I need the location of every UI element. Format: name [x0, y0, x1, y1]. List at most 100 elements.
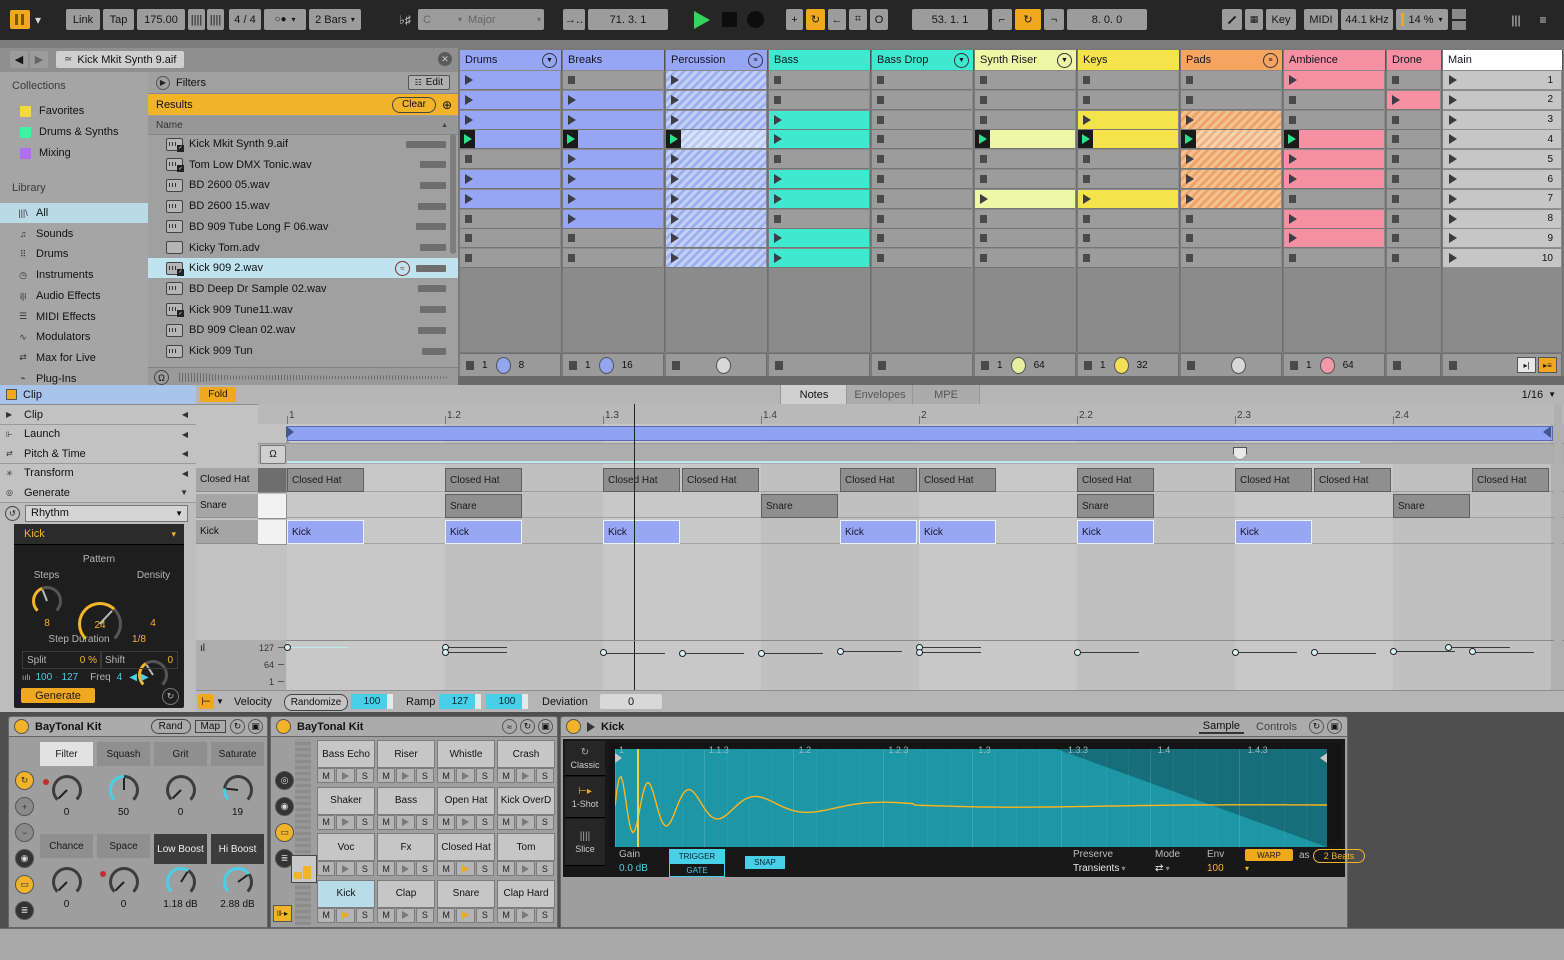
session-overdub-button[interactable]: ↻ [806, 9, 825, 30]
track-header-bass-drop[interactable]: Bass Drop ▼ [872, 50, 974, 70]
selection-box-icon[interactable]: ⌗ [849, 9, 867, 30]
clip-slot[interactable] [769, 130, 869, 150]
scene-slot[interactable]: 9 [1443, 229, 1561, 249]
regenerate-icon[interactable]: ↻ [162, 688, 179, 705]
freq-left-arrow-icon[interactable]: ◀ [129, 672, 137, 683]
clip-slot[interactable] [872, 209, 972, 229]
track-header-drone[interactable]: Drone [1387, 50, 1442, 70]
scene-slot[interactable]: 1 [1443, 71, 1561, 90]
pad-solo-button[interactable]: S [535, 768, 554, 783]
clip-slot[interactable] [460, 209, 560, 229]
preserve-value[interactable]: Transients ▾ [1073, 863, 1143, 874]
pad-mute-button[interactable]: M [377, 814, 396, 830]
nudge-up-button[interactable]: |||| [207, 9, 224, 30]
velocity-marker[interactable] [283, 643, 291, 651]
hot-swap-icon[interactable]: ≈ [502, 719, 517, 734]
midi-note-closed_hat[interactable]: Closed Hat [1235, 468, 1312, 492]
clip-slot[interactable] [563, 249, 663, 269]
clip-slot[interactable] [1078, 249, 1178, 269]
macro-variation-icon[interactable]: ↻ [15, 771, 34, 790]
clip-slot[interactable] [769, 110, 869, 130]
section-expanded-icon[interactable]: ▼ [180, 488, 188, 497]
collection-item-mixing[interactable]: Mixing [0, 143, 148, 163]
pad-solo-button[interactable]: S [535, 814, 554, 830]
clip-slot[interactable] [769, 209, 869, 229]
file-row[interactable]: Kick 909 Tun [148, 341, 458, 361]
collection-item-drums-synths[interactable]: Drums & Synths [0, 122, 148, 142]
section-collapsed-icon[interactable]: ◀ [182, 449, 188, 458]
track-header-drums[interactable]: Drums ▼ [460, 50, 562, 70]
library-item-sounds[interactable]: ♫ Sounds [0, 224, 148, 244]
clip-slot[interactable] [666, 90, 766, 110]
midi-note-kick[interactable]: Kick [603, 520, 680, 544]
clip-slot[interactable] [563, 209, 663, 229]
audition-headphone-button[interactable]: Ω [260, 445, 286, 464]
computer-midi-keyboard-button[interactable]: ▦ [1245, 9, 1263, 30]
midi-note-snare[interactable]: Snare [1077, 494, 1154, 518]
clip-slot[interactable] [1078, 229, 1178, 249]
midi-note-snare[interactable]: Snare [761, 494, 838, 518]
slice-mode-button[interactable]: |||| Slice [565, 819, 605, 866]
drum-pad-closed-hat[interactable]: Closed Hat M S [437, 833, 495, 878]
clip-slot[interactable] [1181, 170, 1281, 189]
pad-solo-button[interactable]: S [535, 907, 554, 923]
deviation-field[interactable]: 0 [600, 694, 662, 709]
midi-note-closed_hat[interactable]: Closed Hat [840, 468, 917, 492]
pad-mute-button[interactable]: M [317, 907, 336, 923]
clip-slot[interactable] [1181, 71, 1281, 90]
drum-pad-shaker[interactable]: Shaker M S [317, 786, 375, 832]
nudge-down-button[interactable]: |||| [188, 9, 205, 30]
scene-slot[interactable]: 3 [1443, 110, 1561, 130]
clip-section-generate[interactable]: ◎ Generate ▼ [0, 483, 196, 503]
clip-slot[interactable] [1387, 209, 1440, 229]
randomize-amount-field[interactable]: 100 [351, 694, 393, 709]
pad-view-icon[interactable]: ▭ [275, 823, 294, 842]
track-header-breaks[interactable]: Breaks [563, 50, 665, 70]
rack1-title-bar[interactable]: BayTonal Kit Rand Map ↻ ▣ [8, 716, 268, 737]
pad-play-button[interactable] [456, 814, 475, 830]
section-collapsed-icon[interactable]: ◀ [182, 410, 188, 419]
beat-time-ruler[interactable]: 1 1.2 1.3 1.4 2 2.2 2.3 2.4 [258, 404, 1564, 424]
capture-midi-button[interactable]: O [870, 9, 888, 30]
clip-slot[interactable] [1284, 249, 1384, 269]
cpu-meter[interactable]: 14 % ▾ [1396, 9, 1448, 30]
velocity-marker[interactable] [678, 649, 686, 657]
clip-slot[interactable] [1387, 110, 1440, 130]
track-stop-button[interactable] [569, 360, 577, 370]
hot-swap-icon[interactable]: ↻ [1309, 719, 1324, 734]
draw-mode-button[interactable] [1222, 9, 1242, 30]
io-icon[interactable]: ◎ [275, 771, 294, 790]
scene-slot[interactable]: 4 [1443, 130, 1561, 150]
clip-slot[interactable] [1181, 110, 1281, 130]
clip-slot[interactable] [769, 90, 869, 110]
macro-knob[interactable] [109, 775, 139, 805]
clip-slot[interactable] [563, 189, 663, 209]
clip-slot[interactable] [975, 209, 1075, 229]
clip-slot[interactable] [563, 130, 663, 150]
clip-slot[interactable] [1078, 90, 1178, 110]
lane-add-button[interactable]: ⊢ [198, 694, 214, 709]
clip-slot[interactable] [872, 90, 972, 110]
pad-mute-button[interactable]: M [377, 907, 396, 923]
midi-note-kick[interactable]: Kick [919, 520, 996, 544]
pad-mute-button[interactable]: M [497, 814, 516, 830]
steps-knob[interactable] [32, 586, 62, 616]
env-value[interactable]: 100 [1207, 863, 1237, 874]
trigger-button[interactable]: TRIGGER [669, 849, 725, 863]
sample-start-marker[interactable] [615, 753, 622, 763]
drum-pad-fx[interactable]: Fx M S [377, 833, 435, 878]
loop-length-display[interactable]: 8. 0. 0 [1067, 9, 1147, 30]
generate-button[interactable]: Generate [21, 688, 95, 703]
clip-slot[interactable] [666, 110, 766, 130]
generator-refresh-icon[interactable]: ↺ [5, 505, 20, 521]
clip-slot[interactable] [975, 189, 1075, 209]
clip-slot[interactable] [1078, 170, 1178, 189]
ramp-to-field[interactable]: 100 [486, 694, 528, 709]
pad-solo-button[interactable]: S [535, 861, 554, 876]
midi-note-closed_hat[interactable]: Closed Hat [919, 468, 996, 492]
clip-slot[interactable] [563, 150, 663, 170]
chain-list-icon[interactable]: ≣ [15, 901, 34, 920]
save-preset-icon[interactable]: ▣ [1327, 719, 1342, 734]
midi-note-closed_hat[interactable]: Closed Hat [682, 468, 759, 492]
tab-controls[interactable]: Controls [1252, 721, 1301, 733]
